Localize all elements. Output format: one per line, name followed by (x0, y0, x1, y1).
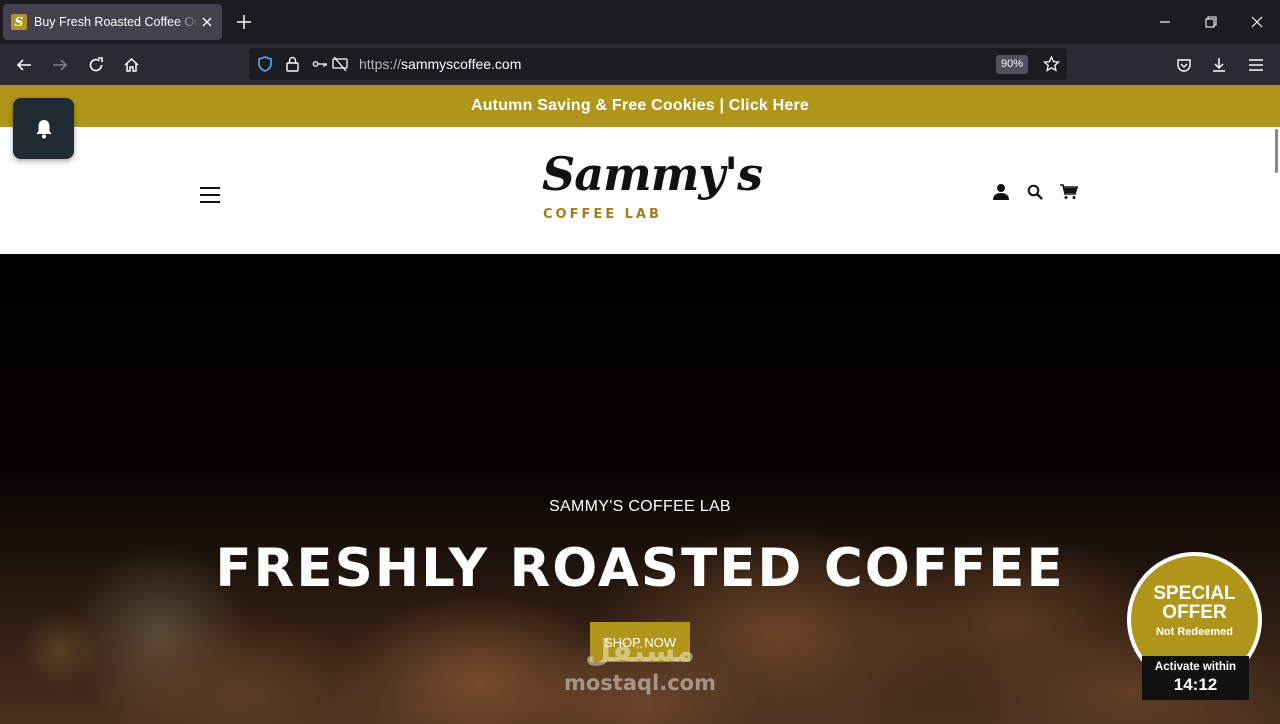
close-tab-icon[interactable] (198, 13, 216, 31)
reload-icon[interactable] (84, 53, 108, 77)
permissions-icon[interactable] (311, 55, 329, 73)
app-menu-icon[interactable] (1244, 53, 1268, 77)
browser-tab-strip: S Buy Fresh Roasted Coffee Online (0, 0, 1280, 44)
special-offer-widget[interactable]: SPECIAL OFFER Not Redeemed Activate with… (1127, 552, 1262, 722)
announcement-text[interactable]: Autumn Saving & Free Cookies | Click Her… (471, 97, 809, 115)
address-bar[interactable]: https://sammyscoffee.com 90% (249, 48, 1067, 80)
offer-countdown: Activate within 14:12 (1142, 656, 1249, 700)
browser-tab-active[interactable]: S Buy Fresh Roasted Coffee Online (3, 4, 222, 40)
shop-now-button[interactable]: SHOP NOW (590, 622, 690, 662)
logo-script-text: Sammy's (542, 147, 763, 201)
cart-icon[interactable] (1058, 181, 1080, 203)
offer-title: SPECIAL OFFER (1153, 582, 1236, 623)
site-logo[interactable]: Sammy's COFFEE LAB (540, 147, 763, 227)
tracking-protection-shield-icon[interactable] (256, 55, 274, 73)
site-header: Sammy's COFFEE LAB (0, 127, 1280, 254)
zoom-level-badge[interactable]: 90% (996, 55, 1029, 74)
site-favicon-icon: S (11, 14, 27, 30)
hero-title: FRESHLY ROASTED COFFEE (215, 538, 1065, 599)
forward-arrow-icon[interactable] (48, 53, 72, 77)
home-icon[interactable] (119, 53, 143, 77)
menu-hamburger-icon[interactable] (200, 187, 220, 203)
hero-kicker: SAMMY'S COFFEE LAB (549, 498, 731, 515)
pocket-icon[interactable] (1172, 53, 1196, 77)
lock-icon[interactable] (283, 55, 301, 73)
watermark-latin: mostaql.com (564, 671, 716, 695)
search-icon[interactable] (1024, 181, 1046, 203)
notification-bell-button[interactable] (13, 98, 74, 159)
offer-timer-value: 14:12 (1173, 675, 1218, 694)
restore-window-icon[interactable] (1199, 10, 1223, 34)
bookmark-star-icon[interactable] (1041, 54, 1061, 74)
tab-title: Buy Fresh Roasted Coffee Online (34, 15, 199, 29)
announcement-bar[interactable]: Autumn Saving & Free Cookies | Click Her… (0, 85, 1280, 127)
web-page: Autumn Saving & Free Cookies | Click Her… (0, 85, 1280, 724)
offer-timer-label: Activate within (1154, 661, 1237, 673)
close-window-icon[interactable] (1245, 10, 1269, 34)
page-scrollbar[interactable] (1275, 129, 1278, 173)
logo-subtitle: COFFEE LAB (543, 207, 662, 222)
back-arrow-icon[interactable] (12, 53, 36, 77)
url-text: https://sammyscoffee.com (359, 56, 522, 72)
new-tab-icon[interactable] (234, 12, 254, 32)
autoplay-blocked-icon[interactable] (331, 55, 349, 73)
bell-icon (36, 119, 51, 138)
account-icon[interactable] (990, 181, 1012, 203)
browser-toolbar: https://sammyscoffee.com 90% (0, 44, 1280, 85)
minimize-window-icon[interactable] (1153, 10, 1177, 34)
hero-banner: SAMMY'S COFFEE LAB FRESHLY ROASTED COFFE… (0, 254, 1280, 724)
offer-status: Not Redeemed (1155, 625, 1234, 638)
downloads-icon[interactable] (1207, 53, 1231, 77)
